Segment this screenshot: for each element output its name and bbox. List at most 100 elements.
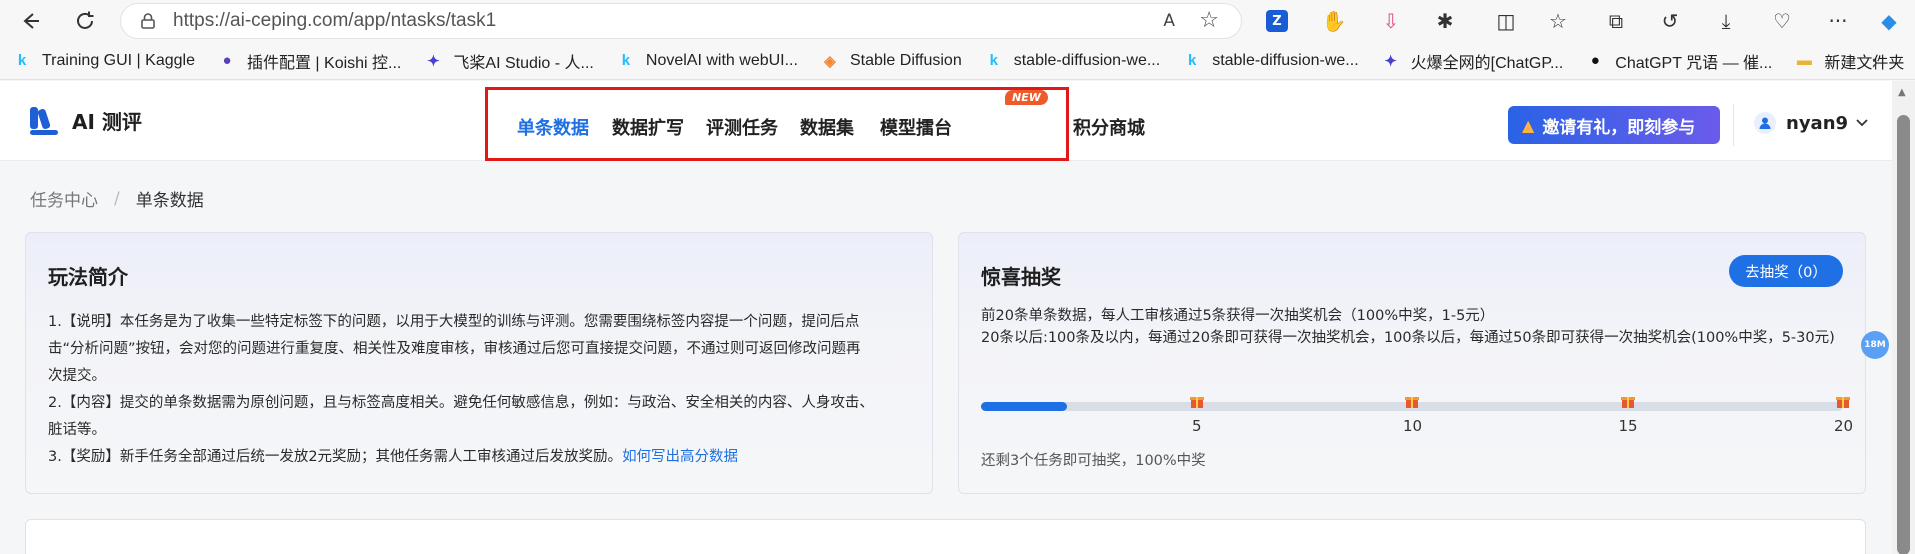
intro-line: 2.【内容】提交的单条数据需为原创问题，且与标签高度相关。避免任何敏感信息，例如… xyxy=(48,395,874,411)
bookmark-label: 飞桨AI Studio - 人... xyxy=(453,54,594,72)
intro-line: 脏话等。 xyxy=(48,422,106,438)
page-scrollbar[interactable]: ▲ xyxy=(1892,81,1915,554)
bookmark-label: Training GUI | Kaggle xyxy=(42,51,195,69)
breadcrumb: 任务中心 / 单条数据 xyxy=(30,186,204,212)
browser-essentials-icon[interactable]: ♡ xyxy=(1769,8,1795,34)
lottery-title: 惊喜抽奖 xyxy=(981,265,1061,289)
copilot-icon[interactable]: ◆ xyxy=(1876,8,1902,34)
milestone-label: 20 xyxy=(1834,417,1854,435)
bookmarks-bar: k Training GUI | Kaggle ● 插件配置 | Koishi 控..… xyxy=(0,42,1915,80)
kaggle-icon: k xyxy=(1188,52,1197,69)
bookmark-label: 新建文件夹 xyxy=(1824,54,1905,72)
nav-data-expansion[interactable]: 数据扩写 xyxy=(612,114,684,140)
bookmark-item[interactable]: ● 插件配置 | Koishi 控... xyxy=(217,49,401,73)
thumb-extension-icon[interactable]: ✋ xyxy=(1321,8,1347,34)
bookmark-item[interactable]: ✦ 飞桨AI Studio - 人... xyxy=(423,49,594,73)
logo-icon xyxy=(30,106,58,135)
bookmark-item[interactable]: ▬ 新建文件夹 xyxy=(1794,49,1905,73)
kaggle-icon: k xyxy=(989,52,998,69)
username: nyan9 xyxy=(1786,112,1849,134)
bookmark-item[interactable]: k NovelAI with webUI... xyxy=(616,51,798,71)
gift-icon xyxy=(1404,393,1420,413)
paddle-icon: ✦ xyxy=(427,52,440,70)
browser-toolbar: https://ai-ceping.com/app/ntasks/task1 A… xyxy=(0,0,1915,42)
main-nav: 单条数据 数据扩写 评测任务 数据集 模型擂台 NEW xyxy=(485,87,1069,161)
bookmark-item[interactable]: k stable-diffusion-we... xyxy=(1182,51,1359,71)
reward-text: 3.【奖励】新手任务全部通过后统一发放2元奖励；其他任务需人工审核通过后发放奖励… xyxy=(48,449,623,465)
lock-icon[interactable] xyxy=(139,12,157,30)
downloads-icon[interactable]: ⤓ xyxy=(1713,8,1739,34)
collections-icon[interactable]: ⧉ xyxy=(1603,8,1629,34)
fire-icon: ▲ xyxy=(1522,115,1535,135)
intro-line: 击“分析问题”按钮，会对您的问题进行重复度、相关性及难度审核，审核通过后您可直接… xyxy=(48,341,861,357)
nav-eval-tasks[interactable]: 评测任务 xyxy=(706,114,778,140)
puzzle-icon[interactable]: ✱ xyxy=(1432,8,1458,34)
high-score-guide-link[interactable]: 如何写出高分数据 xyxy=(622,449,738,465)
split-screen-icon[interactable]: ◫ xyxy=(1493,8,1519,34)
url-text[interactable]: https://ai-ceping.com/app/ntasks/task1 xyxy=(173,10,496,32)
gift-icon xyxy=(1835,393,1851,413)
refresh-icon[interactable] xyxy=(65,3,105,39)
gift-icon xyxy=(1189,393,1205,413)
bookmark-label: Stable Diffusion xyxy=(849,51,962,69)
intro-title: 玩法简介 xyxy=(48,265,128,289)
bookmark-label: 插件配置 | Koishi 控... xyxy=(246,54,402,72)
milestone-label: 10 xyxy=(1403,417,1423,435)
logo-text: AI 测评 xyxy=(72,110,142,134)
zhihu-extension-icon[interactable]: Z xyxy=(1264,8,1290,34)
intro-text: 1.【说明】本任务是为了收集一些特定标签下的问题，以用于大模型的训练与评测。您需… xyxy=(48,309,928,471)
logo[interactable]: AI 测评 xyxy=(30,106,142,135)
bookmark-label: NovelAI with webUI... xyxy=(645,51,798,69)
history-icon[interactable]: ↺ xyxy=(1657,8,1683,34)
bookmark-label: stable-diffusion-we... xyxy=(1013,51,1161,69)
invite-button[interactable]: ▲ 邀请有礼，即刻参与 xyxy=(1508,106,1720,144)
intro-card: 玩法简介 1.【说明】本任务是为了收集一些特定标签下的问题，以用于大模型的训练与… xyxy=(25,232,933,494)
stable-diffusion-icon: ◈ xyxy=(824,52,836,70)
download-extension-icon[interactable]: ⇩ xyxy=(1378,8,1404,34)
bookmark-item[interactable]: ● ChatGPT 咒语 — 催... xyxy=(1585,49,1773,73)
favorites-icon[interactable]: ☆ xyxy=(1545,8,1571,34)
scrollbar-thumb[interactable] xyxy=(1897,115,1910,554)
intro-line: 次提交。 xyxy=(48,368,106,384)
bookmark-item[interactable]: k Training GUI | Kaggle xyxy=(12,51,195,71)
lottery-rule-2: 20条以后:100条及以内，每通过20条即可获得一次抽奖机会，100条以后，每通… xyxy=(981,330,1835,346)
intro-line: 1.【说明】本任务是为了收集一些特定标签下的问题，以用于大模型的训练与评测。您需… xyxy=(48,314,860,330)
koishi-icon: ● xyxy=(222,52,232,69)
remaining-tasks-text: 还剩3个任务即可抽奖，100%中奖 xyxy=(981,453,1206,469)
chevron-down-icon xyxy=(1856,115,1868,131)
bookmarks-overflow-icon[interactable]: › xyxy=(1871,50,1879,74)
new-badge: NEW xyxy=(1005,90,1048,105)
scroll-up-icon[interactable]: ▲ xyxy=(1898,87,1906,98)
breadcrumb-separator: / xyxy=(114,188,120,209)
read-aloud-icon[interactable]: A xyxy=(1163,11,1175,31)
folder-icon: ▬ xyxy=(1796,52,1812,69)
breadcrumb-root[interactable]: 任务中心 xyxy=(30,186,98,211)
bookmark-label: stable-diffusion-we... xyxy=(1212,51,1359,69)
lottery-description: 前20条单条数据，每人工审核通过5条获得一次抽奖机会（100%中奖，1-5元） … xyxy=(981,305,1843,349)
milestone-label: 15 xyxy=(1618,417,1638,435)
bookmark-item[interactable]: ◈ Stable Diffusion xyxy=(820,51,962,71)
user-menu[interactable]: nyan9 xyxy=(1754,112,1868,134)
gift-icon xyxy=(1620,393,1636,413)
favorite-star-icon[interactable]: ☆ xyxy=(1199,8,1219,33)
task-content-card xyxy=(25,519,1866,554)
milestone-label: 5 xyxy=(1192,417,1202,435)
progress-fill xyxy=(981,402,1068,411)
floating-badge[interactable]: 18M xyxy=(1861,331,1889,359)
nav-points-mall[interactable]: 积分商城 xyxy=(1073,114,1145,140)
bookmark-item[interactable]: ✦ 火爆全网的[ChatGP... xyxy=(1381,49,1564,73)
kaggle-icon: k xyxy=(17,52,27,69)
nav-model-arena[interactable]: 模型擂台 xyxy=(880,114,952,140)
kaggle-icon: k xyxy=(621,52,631,69)
bookmark-label: 火爆全网的[ChatGP... xyxy=(1410,54,1564,72)
github-icon: ● xyxy=(1590,52,1600,69)
nav-datasets[interactable]: 数据集 xyxy=(800,114,854,140)
intro-line-reward: 3.【奖励】新手任务全部通过后统一发放2元奖励；其他任务需人工审核通过后发放奖励… xyxy=(48,444,928,471)
nav-single-data[interactable]: 单条数据 xyxy=(517,114,589,140)
user-avatar-icon xyxy=(1754,112,1776,134)
bookmark-item[interactable]: k stable-diffusion-we... xyxy=(984,51,1161,71)
draw-lottery-button[interactable]: 去抽奖（0） xyxy=(1729,255,1843,287)
address-bar[interactable]: https://ai-ceping.com/app/ntasks/task1 A… xyxy=(120,3,1242,39)
back-arrow-icon[interactable] xyxy=(10,3,50,39)
more-menu-icon[interactable]: ··· xyxy=(1825,8,1851,34)
